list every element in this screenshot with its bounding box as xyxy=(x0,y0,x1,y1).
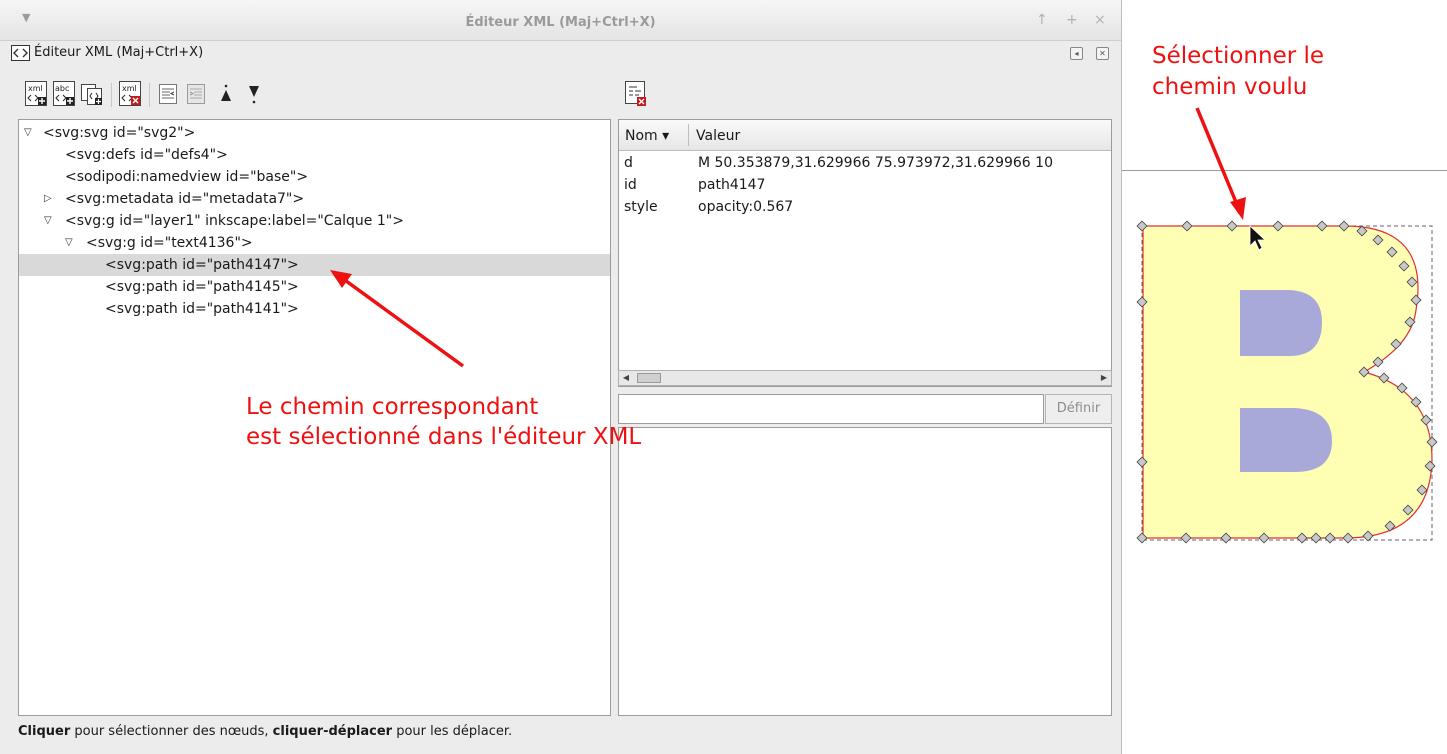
annotation-right-line2: chemin voulu xyxy=(1152,74,1308,100)
annotation-left-line1: Le chemin correspondant xyxy=(246,394,539,420)
arrow-to-path xyxy=(1195,107,1240,208)
annotation-left-line2: est sélectionné dans l'éditeur XML xyxy=(246,424,642,450)
letter-b-lower-counter xyxy=(1240,408,1332,472)
arrow-to-tree-node xyxy=(340,276,465,368)
annotation-right-line1: Sélectionner le xyxy=(1152,43,1325,69)
letter-b-upper-counter xyxy=(1240,290,1322,356)
canvas-overlay xyxy=(330,107,1438,544)
annotation-arrows xyxy=(330,107,1246,368)
letter-b-path[interactable] xyxy=(1142,225,1433,539)
